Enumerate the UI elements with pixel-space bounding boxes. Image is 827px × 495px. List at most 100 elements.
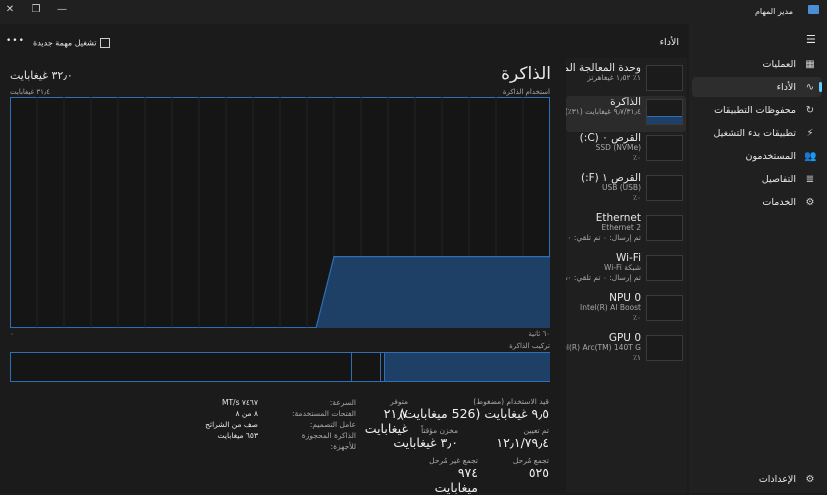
stat-in-use: قيد الاستخدام (مضغوط) ٩٫٥ غيغابايت (526 …	[399, 397, 549, 421]
nav-item-app-history[interactable]: ↻ محفوظات التطبيقات	[692, 100, 822, 120]
card-line3: تم إرسال: ٠ تم تلقي: ٠ ك	[566, 233, 641, 242]
stat-label: تم تعيين	[523, 426, 549, 435]
spec-value: ٧٤٦٧ MT/s	[221, 398, 258, 407]
run-task-button[interactable]: تشغيل مهمة جديدة	[33, 38, 111, 48]
spec-label: الفتحات المستخدمة:	[292, 409, 356, 418]
stat-cached: مخزن مؤقتاً ٣٫٠ غيغابايت	[388, 426, 458, 450]
card-line3: ١٪	[632, 353, 641, 362]
close-button[interactable]: ✕	[2, 3, 18, 17]
settings-icon: ⚙	[805, 473, 815, 485]
processes-icon: ▦	[805, 58, 815, 70]
stat-value: ٥٢٥	[528, 465, 549, 480]
card-title: القرص ٠ (C:)	[579, 133, 641, 144]
card-thumbnail	[646, 135, 683, 161]
nav-item-details[interactable]: ≣ التفاصيل	[692, 169, 822, 189]
nav-item-services[interactable]: ⚙ الخدمات	[692, 192, 822, 212]
startup-icon: ⚡	[806, 127, 814, 139]
memory-composition-bar	[10, 352, 550, 382]
card-thumbnail	[646, 255, 683, 281]
stat-value: ٩٧٤ ميغابايت	[434, 465, 478, 495]
run-task-label: تشغيل مهمة جديدة	[33, 38, 97, 48]
spec-label: عامل التصميم:	[309, 420, 356, 429]
card-npu[interactable]: NPU 0 Intel(R) AI Boost ٠٪	[566, 292, 686, 328]
card-line3: ٠٪	[632, 153, 641, 162]
nav-item-settings[interactable]: ⚙ الإعدادات	[692, 469, 822, 489]
card-memory[interactable]: الذاكرة٩٫٧/٣١٫٤ غيغابايت (٣١٪)	[566, 96, 686, 132]
stat-paged-pool: تجمع مُرحل ٥٢٥	[513, 456, 549, 480]
card-wifi[interactable]: Wi-Fiشبكة Wi-Fiتم إرسال: ٠ تم تلقي: ٣٢٫٠	[566, 252, 686, 288]
card-gpu[interactable]: GPU 0Intel(R) Arc(TM) 140T G١٪	[566, 332, 686, 368]
spec-value: ٦٥٣ ميغابايت	[217, 431, 259, 440]
app-logo-icon	[808, 5, 819, 14]
card-title: Wi-Fi	[615, 253, 641, 264]
card-cpu[interactable]: وحدة المعالجة المركزية١٪ ١٫٥٢ غيغاهرتز	[566, 62, 686, 98]
minimize-button[interactable]: —	[54, 3, 70, 17]
card-title: الذاكرة	[610, 97, 641, 108]
nav-label: تطبيقات بدء التشغيل	[713, 127, 796, 139]
card-thumbnail	[646, 175, 683, 201]
nav-item-processes[interactable]: ▦ العمليات	[692, 54, 822, 74]
memory-usage-svg	[10, 97, 550, 328]
selection-indicator	[819, 82, 822, 92]
card-disk-f[interactable]: القرص ١ (F:) USB (USB) ٠٪	[566, 172, 686, 208]
nav-item-startup-apps[interactable]: ⚡ تطبيقات بدء التشغيل	[692, 123, 822, 143]
stat-value: ١٢٫١/٧٩٫٤	[496, 435, 549, 450]
users-icon: 👥	[804, 150, 817, 162]
card-thumbnail	[646, 65, 683, 91]
stat-value: ٩٫٥ غيغابايت (526 ميغابايت)	[399, 406, 549, 421]
performance-icon: ∿	[805, 81, 815, 93]
card-line3: تم إرسال: ٠ تم تلقي: ٣٢٫٠	[566, 273, 641, 282]
spec-value: ٨ من ٨	[235, 409, 258, 418]
card-title: GPU 0	[608, 333, 641, 344]
card-title: Ethernet	[595, 213, 641, 224]
card-line3: ٠٪	[632, 193, 641, 202]
standby-divider	[351, 353, 352, 381]
specs-values: ٧٤٦٧ MT/s ٨ من ٨ صف من الشرائح ٦٥٣ ميغاب…	[190, 397, 258, 441]
nav-item-users[interactable]: 👥 المستخدمون	[692, 146, 822, 166]
modified-segment	[380, 353, 385, 381]
card-line2: شبكة Wi-Fi	[603, 263, 641, 272]
max-label: ٣١٫٤ غيغابايت	[10, 88, 50, 96]
zero-label: ٠	[10, 330, 14, 338]
card-title: وحدة المعالجة المركزية	[566, 63, 641, 74]
stat-value: ٣٫٠ غيغابايت	[393, 435, 458, 450]
card-title: القرص ١ (F:)	[580, 173, 641, 184]
run-task-icon	[100, 38, 111, 48]
composition-label: تركيب الذاكرة	[509, 342, 550, 350]
card-thumbnail	[646, 295, 683, 321]
spec-value: صف من الشرائح	[205, 420, 258, 429]
nav-label: الأداء	[776, 81, 796, 93]
history-icon: ↻	[805, 104, 815, 116]
spec-label: الذاكرة المحجوزة للأجهزة:	[301, 431, 356, 451]
card-disk-c[interactable]: القرص ٠ (C:) SSD (NVMe) ٠٪	[566, 132, 686, 168]
nav-label: الإعدادات	[758, 473, 796, 485]
card-line2: SSD (NVMe)	[595, 143, 641, 152]
restore-button[interactable]: ❐	[28, 3, 44, 17]
memory-heading: الذاكرة	[501, 64, 551, 84]
nav-label: الخدمات	[762, 196, 796, 208]
card-line2: ١٪ ١٫٥٢ غيغاهرتز	[587, 73, 641, 82]
card-ethernet[interactable]: Ethernet Ethernet 2 تم إرسال: ٠ تم تلقي: ٠…	[566, 212, 686, 248]
time-label: ٦٠ ثانية	[528, 330, 550, 338]
services-icon: ⚙	[805, 196, 815, 208]
stat-nonpaged-pool: تجمع غير مُرحل ٩٧٤ ميغابايت	[414, 456, 478, 495]
usage-label: استخدام الذاكرة	[502, 88, 550, 96]
nav-label: المستخدمون	[745, 150, 796, 162]
nav-label: محفوظات التطبيقات	[714, 104, 796, 116]
spec-label: السرعة:	[329, 398, 356, 407]
more-button[interactable]: •••	[6, 36, 25, 46]
card-thumbnail	[646, 215, 683, 241]
hamburger-menu-icon[interactable]: ☰	[806, 33, 816, 46]
details-icon: ≣	[805, 173, 815, 185]
card-title: NPU 0	[609, 293, 641, 304]
card-line2: ٩٫٧/٣١٫٤ غيغابايت (٣١٪)	[566, 107, 641, 116]
stat-label: تجمع مُرحل	[512, 456, 549, 465]
card-line2: Intel(R) Arc(TM) 140T G	[566, 343, 641, 352]
stat-label: قيد الاستخدام (مضغوط)	[473, 397, 549, 406]
nav-item-performance[interactable]: ∿ الأداء	[692, 77, 822, 97]
card-line3: ٠٪	[632, 313, 641, 322]
in-use-segment	[384, 353, 550, 381]
page-section-title: الأداء	[659, 37, 679, 48]
card-line2: Ethernet 2	[601, 223, 641, 232]
stat-label: تجمع غير مُرحل	[429, 456, 478, 465]
